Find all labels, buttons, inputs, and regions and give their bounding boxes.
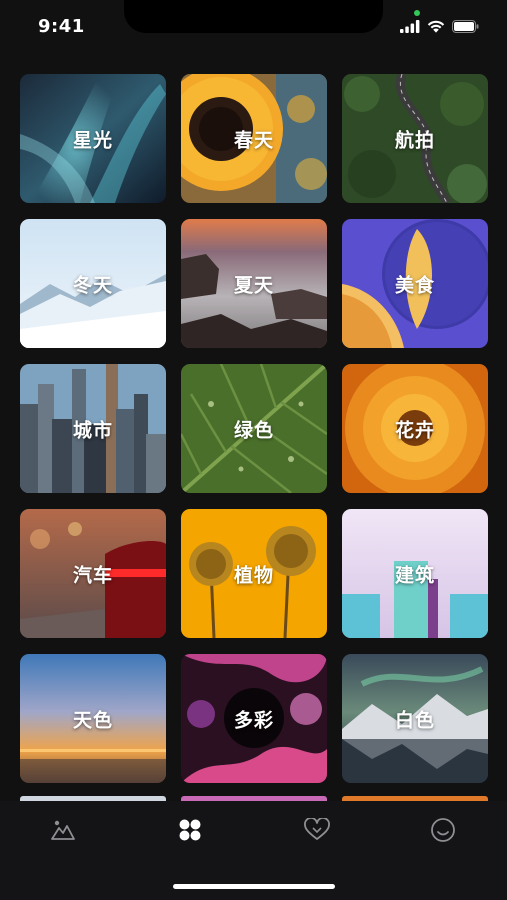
privacy-indicator-dot (414, 10, 420, 16)
category-tile-colorful[interactable]: 多彩 (181, 654, 327, 783)
category-grid: 星光 春天 航拍 冬天 夏天 美食 城市 绿色 花卉 汽车 植物 建筑 天色 多… (20, 74, 488, 783)
category-tile-starlight[interactable]: 星光 (20, 74, 166, 203)
category-tile-architecture[interactable]: 建筑 (342, 509, 488, 638)
signal-bars-icon (400, 18, 420, 37)
tab-categories[interactable] (168, 814, 212, 850)
category-tile-aerial[interactable]: 航拍 (342, 74, 488, 203)
category-label: 建筑 (394, 564, 435, 586)
category-label: 植物 (233, 564, 274, 586)
category-label: 星光 (72, 129, 113, 151)
category-tile-winter[interactable]: 冬天 (20, 219, 166, 348)
gallery-mountain-icon (50, 819, 76, 845)
heart-favorites-icon (303, 817, 331, 846)
category-tile-food[interactable]: 美食 (342, 219, 488, 348)
category-tile-spring[interactable]: 春天 (181, 74, 327, 203)
category-tile-summer[interactable]: 夏天 (181, 219, 327, 348)
grid-categories-icon (178, 818, 202, 846)
tab-profile[interactable] (421, 814, 465, 850)
category-label: 多彩 (233, 709, 274, 731)
category-tile-sky[interactable]: 天色 (20, 654, 166, 783)
device-notch (124, 0, 383, 33)
category-label: 航拍 (394, 129, 435, 151)
status-time: 9:41 (38, 16, 85, 37)
category-tile-flowers[interactable]: 花卉 (342, 364, 488, 493)
tab-favorites[interactable] (295, 814, 339, 850)
wifi-icon (427, 18, 445, 37)
status-bar: 9:41 (0, 0, 507, 56)
tab-gallery[interactable] (41, 814, 85, 850)
category-label: 美食 (394, 274, 435, 296)
category-tile-green[interactable]: 绿色 (181, 364, 327, 493)
category-label: 汽车 (72, 564, 113, 586)
category-tile-cars[interactable]: 汽车 (20, 509, 166, 638)
category-label: 冬天 (72, 274, 113, 296)
category-label: 绿色 (233, 419, 274, 441)
status-icons (400, 18, 479, 37)
category-label: 春天 (233, 129, 274, 151)
category-label: 白色 (394, 709, 435, 731)
home-indicator[interactable] (173, 884, 335, 889)
category-tile-city[interactable]: 城市 (20, 364, 166, 493)
category-label: 花卉 (394, 419, 435, 441)
category-tile-white[interactable]: 白色 (342, 654, 488, 783)
battery-icon (452, 18, 479, 37)
category-tile-plants[interactable]: 植物 (181, 509, 327, 638)
category-label: 城市 (72, 419, 113, 441)
category-label: 天色 (72, 709, 113, 731)
smiley-profile-icon (430, 817, 456, 847)
category-label: 夏天 (233, 274, 274, 296)
